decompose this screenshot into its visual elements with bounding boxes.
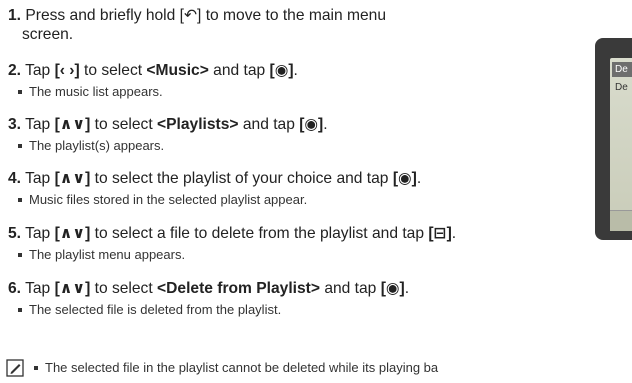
button-ref: [∧∨] xyxy=(54,225,91,242)
step-text: to select a file to delete from the play… xyxy=(90,225,429,242)
step-number: 4. xyxy=(8,170,22,187)
step-text: Tap xyxy=(25,116,55,133)
button-ref: [∧∨] xyxy=(54,170,91,187)
step-text: . xyxy=(451,225,457,242)
step-4-result: Music files stored in the selected playl… xyxy=(14,192,307,208)
step-6-result: The selected file is deleted from the pl… xyxy=(14,302,281,318)
step-text: to select xyxy=(79,62,147,79)
step-text: . xyxy=(404,280,410,297)
step-3-result: The playlist(s) appears. xyxy=(14,138,164,154)
step-text: . xyxy=(323,116,328,133)
step-1: 1. Press and briefly hold [↶] to move to… xyxy=(8,6,386,25)
note-icon xyxy=(6,359,24,377)
button-ref: [⊟] xyxy=(428,225,452,242)
step-number: 2. xyxy=(8,62,22,79)
step-number: 3. xyxy=(8,116,22,133)
step-text: and tap xyxy=(208,62,270,79)
step-text: Tap xyxy=(25,62,55,79)
step-text: Tap xyxy=(25,170,55,187)
button-ref: [◉] xyxy=(392,170,417,187)
step-3: 3. Tap [∧∨] to select <Playlists> and ta… xyxy=(8,115,328,134)
step-2-result: The music list appears. xyxy=(14,84,163,100)
step-6: 6. Tap [∧∨] to select <Delete from Playl… xyxy=(8,279,409,298)
step-text: Tap xyxy=(25,225,55,242)
step-text: and tap xyxy=(238,116,300,133)
device-screen-title: De xyxy=(612,62,632,77)
step-text: . xyxy=(293,62,298,79)
step-text: . xyxy=(416,170,422,187)
step-1-continuation: screen. xyxy=(22,25,73,44)
step-text: to select the playlist of your choice an… xyxy=(90,170,393,187)
step-text: to select xyxy=(90,116,158,133)
menu-target: <Playlists> xyxy=(157,116,239,133)
step-text: to select xyxy=(90,280,158,297)
button-ref: [‹ ›] xyxy=(54,62,80,79)
menu-target: <Delete from Playlist> xyxy=(157,280,320,297)
device-screen-item: De xyxy=(615,82,628,93)
button-ref: [◉] xyxy=(380,280,405,297)
step-text: Press and briefly hold [↶] to move to th… xyxy=(25,7,386,24)
step-text: and tap xyxy=(319,280,381,297)
step-number: 1. xyxy=(8,7,22,24)
button-ref: [∧∨] xyxy=(54,280,91,297)
step-number: 5. xyxy=(8,225,22,242)
step-5: 5. Tap [∧∨] to select a file to delete f… xyxy=(8,224,456,243)
device-screen-bottom-bar xyxy=(610,210,632,231)
step-2: 2. Tap [‹ ›] to select <Music> and tap [… xyxy=(8,61,298,80)
step-4: 4. Tap [∧∨] to select the playlist of yo… xyxy=(8,169,421,188)
step-number: 6. xyxy=(8,280,22,297)
menu-target: <Music> xyxy=(146,62,209,79)
note-text: The selected file in the playlist cannot… xyxy=(30,360,438,376)
step-text: Tap xyxy=(25,280,55,297)
step-5-result: The playlist menu appears. xyxy=(14,247,185,263)
button-ref: [◉] xyxy=(299,116,324,133)
step-text: screen. xyxy=(22,26,74,43)
button-ref: [◉] xyxy=(269,62,294,79)
button-ref: [∧∨] xyxy=(54,116,91,133)
